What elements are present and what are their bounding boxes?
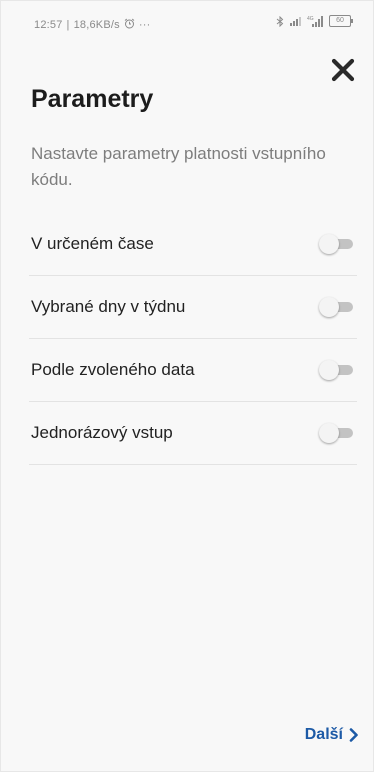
signal-4g-label: 4G bbox=[307, 16, 314, 22]
status-time: 12:57 bbox=[34, 19, 63, 31]
parameters-screen: 12:57 | 18,6KB/s ··· 4G 60 Parametry Nas… bbox=[0, 0, 374, 772]
signal-icon bbox=[289, 16, 302, 26]
toggle-switch[interactable] bbox=[319, 297, 353, 317]
page-title: Parametry bbox=[31, 85, 154, 113]
toggle-switch[interactable] bbox=[319, 234, 353, 254]
toggle-switch[interactable] bbox=[319, 423, 353, 443]
toggle-thumb bbox=[319, 423, 339, 443]
page-description: Nastavte parametry platnosti vstupního k… bbox=[31, 144, 326, 189]
option-label: Vybrané dny v týdnu bbox=[31, 297, 186, 316]
option-label: Jednorázový vstup bbox=[31, 423, 173, 442]
network-speed: 18,6KB/s bbox=[73, 19, 120, 31]
options-list: V určeném čase Vybrané dny v týdnu Podle… bbox=[29, 213, 357, 465]
option-selected-weekdays[interactable]: Vybrané dny v týdnu bbox=[29, 276, 357, 339]
status-right: 4G 60 bbox=[276, 15, 353, 27]
option-specified-time[interactable]: V určeném čase bbox=[29, 213, 357, 276]
option-selected-date[interactable]: Podle zvoleného data bbox=[29, 339, 357, 402]
option-label: V určeném čase bbox=[31, 234, 154, 253]
alarm-clock-icon bbox=[124, 18, 135, 32]
next-button[interactable]: Další bbox=[305, 726, 359, 744]
battery-icon: 60 bbox=[329, 15, 353, 27]
close-icon bbox=[331, 58, 355, 82]
close-button[interactable] bbox=[329, 56, 357, 84]
chevron-right-icon bbox=[349, 728, 358, 742]
signal-4g-icon: 4G bbox=[307, 15, 324, 27]
status-left: 12:57 | 18,6KB/s ··· bbox=[34, 18, 150, 32]
option-label: Podle zvoleného data bbox=[31, 360, 195, 379]
more-notifications-icon: ··· bbox=[138, 19, 151, 31]
toggle-thumb bbox=[319, 234, 339, 254]
status-bar: 12:57 | 18,6KB/s ··· 4G 60 bbox=[1, 1, 373, 35]
status-separator: | bbox=[66, 19, 70, 31]
next-label: Další bbox=[304, 726, 343, 743]
bluetooth-icon bbox=[276, 15, 284, 27]
option-one-time-entry[interactable]: Jednorázový vstup bbox=[29, 402, 357, 465]
toggle-thumb bbox=[319, 360, 339, 380]
toggle-thumb bbox=[319, 297, 339, 317]
toggle-switch[interactable] bbox=[319, 360, 353, 380]
